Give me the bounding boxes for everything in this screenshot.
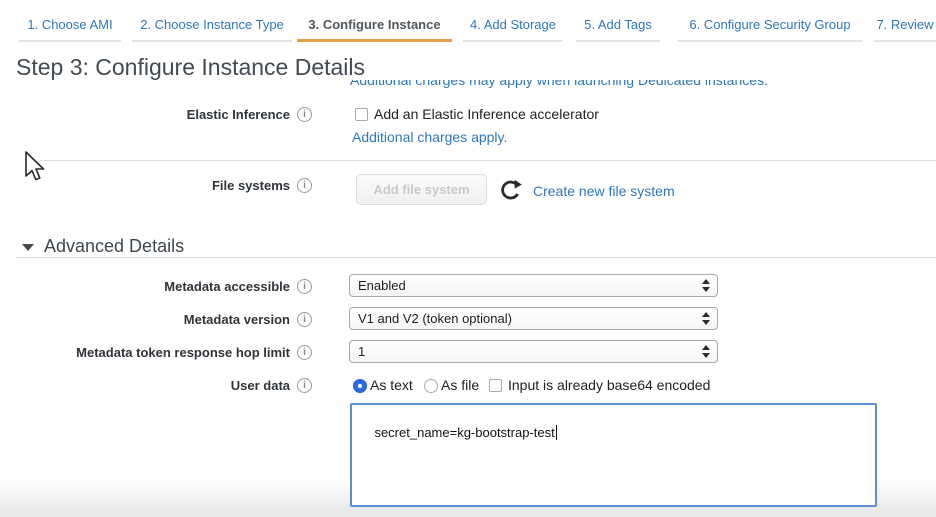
select-arrows-icon bbox=[702, 344, 711, 359]
elastic-inference-info-icon[interactable]: i bbox=[297, 107, 312, 122]
tab-underline bbox=[677, 40, 863, 42]
add-file-system-button[interactable]: Add file system bbox=[356, 174, 487, 205]
metadata-accessible-value: Enabled bbox=[358, 278, 406, 293]
tab-label: 3. Configure Instance bbox=[297, 14, 452, 36]
additional-charges-link[interactable]: Additional charges apply. bbox=[352, 129, 507, 145]
resize-handle-icon[interactable] bbox=[863, 493, 873, 503]
hop-limit-label: Metadata token response hop limit bbox=[0, 345, 290, 360]
section-divider bbox=[40, 160, 936, 161]
chevron-down-icon bbox=[22, 244, 34, 251]
hop-limit-select[interactable]: 1 bbox=[349, 340, 718, 363]
tab-label: 2. Choose Instance Type bbox=[132, 14, 292, 36]
metadata-version-select[interactable]: V1 and V2 (token optional) bbox=[349, 307, 718, 330]
hop-limit-info-icon[interactable]: i bbox=[297, 345, 312, 360]
user-data-as-text-radio[interactable] bbox=[353, 379, 367, 393]
base64-encoded-label[interactable]: Input is already base64 encoded bbox=[508, 377, 710, 393]
tab-underline bbox=[874, 40, 936, 42]
user-data-label: User data bbox=[0, 378, 290, 393]
metadata-accessible-select[interactable]: Enabled bbox=[349, 274, 718, 297]
tab-review[interactable]: 7. Review bbox=[874, 14, 936, 42]
tab-label: 7. Review bbox=[874, 14, 936, 36]
tab-configure-instance[interactable]: 3. Configure Instance bbox=[297, 14, 452, 42]
metadata-version-value: V1 and V2 (token optional) bbox=[358, 311, 512, 326]
section-divider bbox=[16, 257, 936, 258]
tab-add-storage[interactable]: 4. Add Storage bbox=[463, 14, 563, 42]
metadata-version-info-icon[interactable]: i bbox=[297, 312, 312, 327]
select-arrows-icon bbox=[702, 311, 711, 326]
elastic-inference-checkbox-label[interactable]: Add an Elastic Inference accelerator bbox=[374, 106, 599, 122]
elastic-inference-label: Elastic Inference bbox=[0, 107, 290, 122]
tab-label: 4. Add Storage bbox=[463, 14, 563, 36]
page-title: Step 3: Configure Instance Details bbox=[16, 54, 365, 81]
tab-choose-ami[interactable]: 1. Choose AMI bbox=[19, 14, 121, 42]
user-data-info-icon[interactable]: i bbox=[297, 378, 312, 393]
user-data-as-text-label[interactable]: As text bbox=[370, 377, 413, 393]
tab-label: 6. Configure Security Group bbox=[677, 14, 863, 36]
metadata-accessible-label: Metadata accessible bbox=[0, 279, 290, 294]
tab-underline bbox=[132, 40, 292, 42]
tab-underline bbox=[297, 39, 452, 42]
hop-limit-value: 1 bbox=[358, 344, 365, 359]
base64-encoded-checkbox[interactable] bbox=[489, 379, 502, 392]
user-data-textarea[interactable]: secret_name=kg-bootstrap-test bbox=[350, 403, 877, 507]
dedicated-charges-notice-link[interactable]: Additional charges may apply when launch… bbox=[350, 80, 820, 88]
tab-configure-security-group[interactable]: 6. Configure Security Group bbox=[677, 14, 863, 42]
file-systems-label: File systems bbox=[0, 178, 290, 193]
footer-bar bbox=[0, 507, 936, 517]
tab-underline bbox=[19, 40, 121, 42]
dedicated-charges-notice-clip: Additional charges may apply when launch… bbox=[350, 80, 820, 92]
tab-underline bbox=[576, 40, 660, 42]
create-new-file-system-link[interactable]: Create new file system bbox=[533, 183, 675, 199]
radio-dot bbox=[358, 384, 362, 388]
tab-underline bbox=[463, 40, 563, 42]
tab-choose-instance-type[interactable]: 2. Choose Instance Type bbox=[132, 14, 292, 42]
advanced-details-title: Advanced Details bbox=[44, 236, 184, 257]
refresh-icon[interactable] bbox=[500, 179, 522, 201]
text-caret bbox=[556, 425, 557, 440]
metadata-accessible-info-icon[interactable]: i bbox=[297, 279, 312, 294]
tab-add-tags[interactable]: 5. Add Tags bbox=[576, 14, 660, 42]
configure-instance-page: 1. Choose AMI 2. Choose Instance Type 3.… bbox=[0, 0, 936, 517]
user-data-as-file-label[interactable]: As file bbox=[441, 377, 479, 393]
metadata-version-label: Metadata version bbox=[0, 312, 290, 327]
select-arrows-icon bbox=[702, 278, 711, 293]
tab-label: 5. Add Tags bbox=[576, 14, 660, 36]
user-data-text: secret_name=kg-bootstrap-test bbox=[374, 425, 554, 440]
file-systems-info-icon[interactable]: i bbox=[297, 178, 312, 193]
tab-label: 1. Choose AMI bbox=[19, 14, 121, 36]
user-data-as-file-radio[interactable] bbox=[424, 379, 438, 393]
elastic-inference-checkbox[interactable] bbox=[355, 108, 368, 121]
